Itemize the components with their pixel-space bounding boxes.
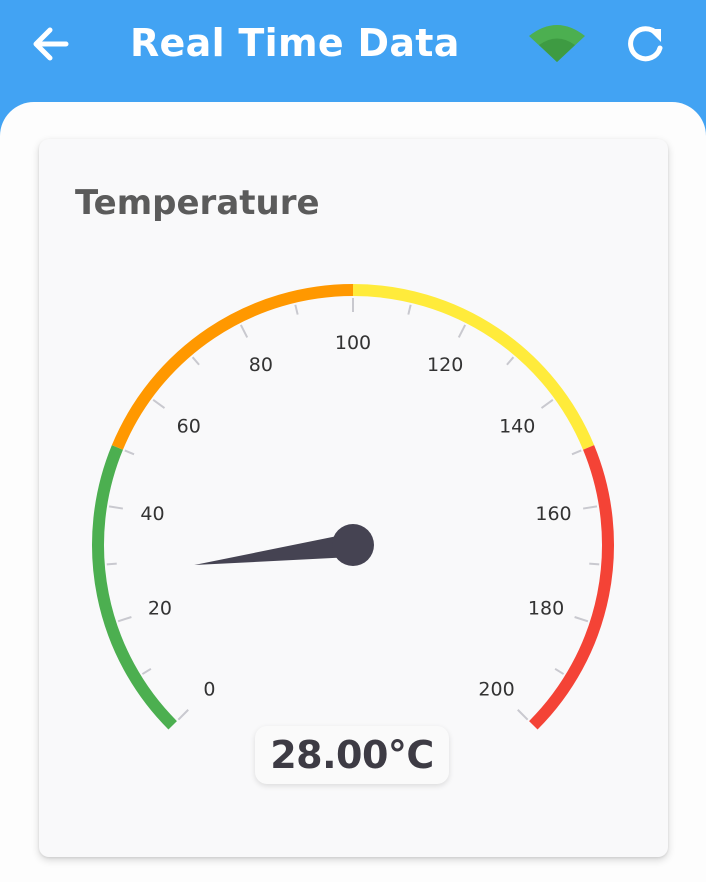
gauge-major-tick [540,399,554,409]
gauge-range-0 [92,445,177,730]
gauge-major-tick [117,616,132,623]
gauge-major-tick [574,616,589,623]
gauge-tick-label: 100 [335,332,371,354]
gauge-minor-tick [191,356,200,366]
temperature-card: Temperature 0 20 40 60 80 100 120 140 160 180 200 … [39,139,668,857]
gauge-major-tick [457,324,467,338]
arrow-back-icon [33,27,69,61]
gauge-minor-tick [141,667,152,675]
refresh-icon [628,26,663,62]
gauge-needle-cap [332,524,374,566]
gauge-minor-tick [294,304,299,315]
page-title: Real Time Data [130,21,460,65]
gauge-tick-label: 160 [535,503,571,525]
gauge-tick-label: 60 [177,416,201,438]
gauge-range-1 [111,284,354,450]
gauge-major-tick [517,709,529,721]
gauge-minor-tick [407,304,412,315]
gauge-needle [194,533,355,566]
temperature-value: 28.00°C [270,733,434,777]
gauge-tick-label: 20 [148,598,172,620]
gauge-minor-tick [124,449,135,456]
gauge-tick-label: 40 [140,503,164,525]
wifi-icon [525,22,589,66]
gauge-major-tick [108,505,124,510]
app-bar: Real Time Data [0,0,706,104]
gauge-range-2 [352,284,595,450]
gauge-major-tick [152,399,166,409]
gauge-minor-tick [554,667,565,675]
gauge-minor-tick [106,562,117,566]
gauge-tick-label: 180 [528,598,564,620]
gauge-range-3 [529,445,614,730]
gauge-tick-label: 80 [249,354,273,376]
gauge-tick-label: 0 [203,679,215,701]
gauge-major-tick [239,324,249,338]
refresh-button[interactable] [620,20,670,68]
gauge-major-tick [582,505,598,510]
gauge-readout: 28.00°C [255,726,449,784]
gauge-tick-label: 200 [478,679,514,701]
gauge-minor-tick [506,356,515,366]
gauge-tick-label: 120 [427,354,463,376]
gauge-minor-tick [589,562,600,566]
back-button[interactable] [26,22,74,66]
gauge-major-tick [177,709,189,721]
gauge-minor-tick [571,449,582,456]
gauge-tick-label: 140 [499,416,535,438]
